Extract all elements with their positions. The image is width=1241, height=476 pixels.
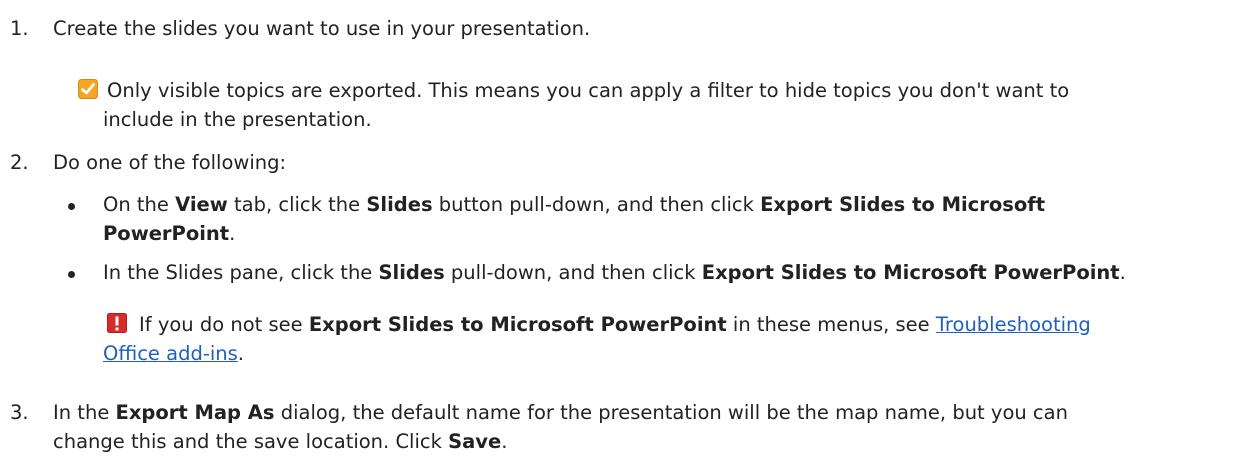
bullet-1-line-2: PowerPoint.	[103, 222, 236, 245]
warning-line-2: Office add-ins.	[103, 342, 244, 365]
office-addins-link[interactable]: Office add-ins	[103, 342, 238, 365]
note-line-1: Only visible topics are exported. This m…	[107, 79, 1070, 102]
step-2-number: 2.	[10, 151, 29, 174]
bullet-1-line-1: On the View tab, click the Slides button…	[103, 193, 1046, 216]
step-1-number: 1.	[10, 17, 29, 40]
exclamation-icon	[107, 313, 127, 333]
warning-line-1: If you do not see Export Slides to Micro…	[139, 313, 1091, 336]
note-line-2: include in the presentation.	[103, 108, 372, 131]
step-1-text: Create the slides you want to use in you…	[53, 17, 591, 40]
step-3-line-1: In the Export Map As dialog, the default…	[53, 401, 1068, 424]
checkmark-icon	[78, 79, 98, 99]
step-2-text: Do one of the following:	[53, 151, 287, 174]
bullet-2-line: In the Slides pane, click the Slides pul…	[103, 261, 1126, 284]
bullet-1	[68, 203, 75, 210]
step-3-line-2: change this and the save location. Click…	[53, 430, 508, 453]
troubleshooting-link[interactable]: Troubleshooting	[936, 313, 1091, 336]
bullet-2	[68, 271, 75, 278]
step-3-number: 3.	[10, 401, 29, 424]
